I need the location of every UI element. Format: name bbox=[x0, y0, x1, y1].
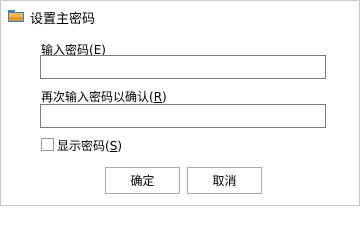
ok-button[interactable]: 确定 bbox=[105, 167, 180, 194]
confirm-password-input[interactable] bbox=[40, 104, 326, 128]
password-input[interactable] bbox=[40, 55, 326, 79]
dialog-content: 输入密码(E) 再次输入密码以确认(R) 显示密码(S) 确定 取消 bbox=[1, 31, 359, 205]
confirm-password-label: 再次输入密码以确认(R) bbox=[41, 90, 167, 104]
cancel-button[interactable]: 取消 bbox=[187, 167, 262, 194]
show-password-checkbox[interactable] bbox=[41, 138, 54, 151]
app-folder-icon bbox=[8, 9, 24, 23]
window-title: 设置主密码 bbox=[30, 12, 96, 27]
show-password-label[interactable]: 显示密码(S) bbox=[57, 137, 122, 154]
set-master-password-dialog: 设置主密码 输入密码(E) 再次输入密码以确认(R) 显示密码(S) 确定 取消 bbox=[0, 0, 360, 206]
confirm-mnemonic: R bbox=[153, 90, 163, 104]
title-bar[interactable]: 设置主密码 bbox=[1, 1, 359, 31]
